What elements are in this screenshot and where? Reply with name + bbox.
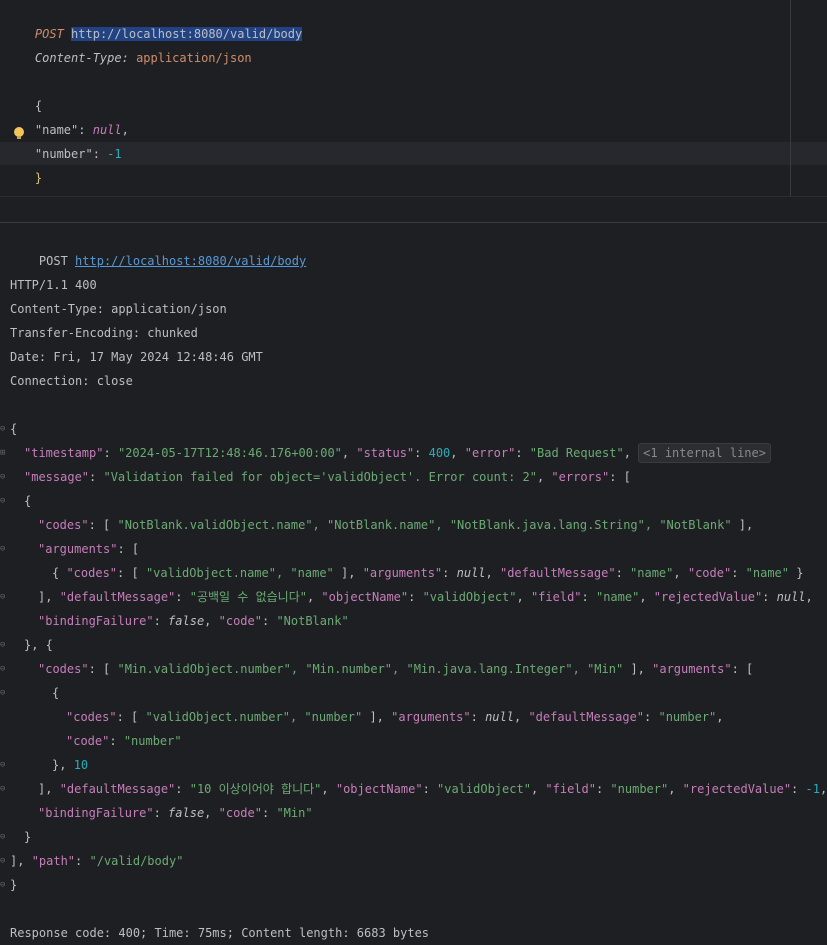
right-margin-guide	[790, 0, 791, 196]
json-line: "code": "number"	[66, 734, 182, 748]
editor-bottom-border	[0, 196, 827, 197]
request-header-value: application/json	[136, 51, 252, 65]
fold-icon[interactable]: ⊞	[0, 448, 10, 458]
fold-icon[interactable]: ⊖	[0, 880, 10, 890]
json-line: {	[24, 494, 32, 508]
fold-icon[interactable]: ⊖	[0, 496, 10, 506]
json-line: {	[10, 422, 18, 436]
json-line: ], "defaultMessage": "10 이상이어야 합니다", "ob…	[38, 782, 827, 796]
response-summary: Response code: 400; Time: 75ms; Content …	[10, 926, 430, 940]
fold-icon[interactable]: ⊖	[0, 784, 10, 794]
brace-close: }	[34, 171, 43, 185]
fold-icon[interactable]: ⊖	[0, 856, 10, 866]
fold-icon[interactable]: ⊖	[0, 472, 10, 482]
response-header: Connection: close	[10, 374, 133, 388]
request-body-name-line[interactable]: "name": null,	[6, 94, 129, 137]
json-line: {	[52, 686, 60, 700]
json-line: "codes": [ "NotBlank.validObject.name", …	[38, 518, 754, 532]
response-view[interactable]: POST http://localhost:8080/valid/body HT…	[0, 223, 827, 944]
request-header[interactable]: Content-Type: application/json	[6, 22, 252, 65]
json-line: }, 10	[52, 758, 89, 772]
json-line: }	[24, 830, 32, 844]
fold-icon[interactable]: ⊖	[0, 592, 10, 602]
json-line: "codes": [ "validObject.number", "number…	[66, 710, 724, 724]
response-method: POST	[38, 254, 68, 268]
lightbulb-icon[interactable]	[14, 127, 24, 139]
request-editor[interactable]: POST http://localhost:8080/valid/body Co…	[0, 0, 827, 196]
response-request-line: POST http://localhost:8080/valid/body	[10, 225, 306, 268]
response-header: Content-Type: application/json	[10, 302, 227, 316]
request-body-open[interactable]: {	[6, 70, 42, 113]
json-line: }, {	[24, 638, 53, 652]
json-line: "bindingFailure": false, "code": "Min"	[38, 806, 313, 820]
json-line: "bindingFailure": false, "code": "NotBla…	[38, 614, 349, 628]
fold-icon[interactable]: ⊖	[0, 640, 10, 650]
number-key: "number"	[34, 147, 93, 161]
collapsed-lines-hint[interactable]: <1 internal line>	[638, 443, 771, 463]
fold-icon[interactable]: ⊖	[0, 688, 10, 698]
json-line: "message": "Validation failed for object…	[24, 470, 631, 484]
response-header: Transfer-Encoding: chunked	[10, 326, 198, 340]
json-line: }	[10, 878, 18, 892]
response-status-line: HTTP/1.1 400	[10, 278, 97, 292]
json-line: ], "defaultMessage": "공백일 수 없습니다", "obje…	[38, 590, 813, 604]
request-line[interactable]: POST http://localhost:8080/valid/body	[6, 0, 303, 41]
fold-icon[interactable]: ⊖	[0, 760, 10, 770]
json-line: "arguments": [	[38, 542, 140, 556]
request-body-close[interactable]: }	[6, 142, 42, 185]
fold-icon[interactable]: ⊖	[0, 664, 10, 674]
response-url-link[interactable]: http://localhost:8080/valid/body	[75, 254, 306, 268]
json-line: { "codes": [ "validObject.name", "name" …	[52, 566, 804, 580]
json-line: "codes": [ "Min.validObject.number", "Mi…	[38, 662, 754, 676]
number-value: -1	[107, 147, 122, 161]
fold-icon[interactable]: ⊖	[0, 832, 10, 842]
json-line: "timestamp": "2024-05-17T12:48:46.176+00…	[24, 441, 771, 465]
response-header: Date: Fri, 17 May 2024 12:48:46 GMT	[10, 350, 263, 364]
json-line: ], "path": "/valid/body"	[10, 854, 184, 868]
current-line-highlight	[0, 142, 827, 165]
fold-icon[interactable]: ⊖	[0, 424, 10, 434]
fold-icon[interactable]: ⊖	[0, 544, 10, 554]
request-header-name: Content-Type:	[34, 51, 129, 65]
